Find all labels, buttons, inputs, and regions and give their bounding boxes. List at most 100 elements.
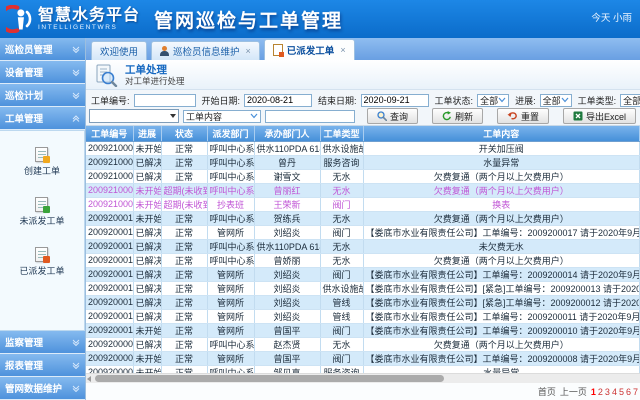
table-row[interactable]: 2009200016已解决正常呼叫中心系统供水110PDA 61870无水未欠费… bbox=[86, 239, 640, 253]
column-header-派发部门[interactable]: 派发部门 bbox=[207, 126, 254, 141]
table-row[interactable]: 2009200006未开始正常呼叫中心系统邹见喜服务咨询水量异常 bbox=[86, 365, 640, 373]
status-select[interactable]: 全部 bbox=[477, 94, 509, 107]
cell-工单类型: 供水设施故障 bbox=[320, 281, 363, 295]
table-row[interactable]: 2009200011已解决正常管网所刘绍炎管线【娄底市水业有限责任公司】工单编号… bbox=[86, 309, 640, 323]
start-date-input[interactable] bbox=[244, 94, 312, 107]
cell-工单编号: 2009200006 bbox=[86, 365, 133, 373]
column-header-状态[interactable]: 状态 bbox=[161, 126, 207, 141]
cell-状态: 正常 bbox=[161, 141, 207, 155]
prev-page-link[interactable]: 上一页 bbox=[560, 385, 587, 398]
search-icon bbox=[377, 111, 387, 121]
table-row[interactable]: 2009210003已解决正常呼叫中心系统谢雪文无水欠费复通（两个月以上欠费用户… bbox=[86, 169, 640, 183]
page-number-6[interactable]: 6 bbox=[626, 387, 631, 397]
tab-已派发工单[interactable]: 已派发工单× bbox=[264, 39, 355, 60]
cell-工单内容: 【娄底市水业有限责任公司】工单编号：2009200011 请于2020年9月20… bbox=[363, 309, 640, 323]
order-no-input[interactable] bbox=[134, 94, 196, 107]
column-header-工单内容[interactable]: 工单内容 bbox=[363, 126, 640, 141]
cell-工单编号: 2009210001 bbox=[86, 197, 133, 211]
page-number-4[interactable]: 4 bbox=[612, 387, 617, 397]
progress-select[interactable]: 全部 bbox=[540, 94, 572, 107]
dispatched-order-icon bbox=[35, 247, 48, 262]
search-button[interactable]: 查询 bbox=[367, 108, 418, 124]
column-header-工单类型[interactable]: 工单类型 bbox=[320, 126, 363, 141]
cell-派发部门: 管网所 bbox=[207, 351, 254, 365]
cell-进展: 未开始 bbox=[133, 197, 161, 211]
cell-承办部门人: 赵杰贤 bbox=[254, 337, 320, 351]
horizontal-scrollbar[interactable] bbox=[86, 373, 640, 383]
page-number-3[interactable]: 3 bbox=[605, 387, 610, 397]
tab-巡检员信息维护[interactable]: 巡检员信息维护× bbox=[151, 41, 260, 60]
column-header-进展[interactable]: 进展 bbox=[133, 126, 161, 141]
logo-icon bbox=[6, 5, 34, 33]
table-row[interactable]: 2009200012已解决正常管网所刘绍炎管线【娄底市水业有限责任公司】[紧急]… bbox=[86, 295, 640, 309]
person-icon bbox=[160, 46, 169, 56]
cell-工单类型: 无水 bbox=[320, 211, 363, 225]
table-row[interactable]: 2009200015已解决正常呼叫中心系统曾娇丽无水欠费复通（两个月以上欠费用户… bbox=[86, 253, 640, 267]
logo-subtitle: INTELLIGENTWRS bbox=[38, 24, 140, 31]
cell-进展: 未开始 bbox=[133, 141, 161, 155]
sidebar-bottom-groups: 监察管理报表管理管网数据维护 bbox=[0, 331, 85, 400]
cell-工单类型: 服务咨询 bbox=[320, 155, 363, 169]
tab-bar: 欢迎使用巡检员信息维护×已派发工单× bbox=[86, 38, 640, 60]
page-number-2[interactable]: 2 bbox=[598, 387, 603, 397]
scrollbar-thumb[interactable] bbox=[95, 375, 444, 382]
sidebar-top-groups: 巡检员管理设备管理巡检计划 bbox=[0, 38, 85, 107]
sidebar-group-巡检计划[interactable]: 巡检计划 bbox=[0, 84, 85, 106]
cell-工单编号: 2009200016 bbox=[86, 239, 133, 253]
tab-欢迎使用[interactable]: 欢迎使用 bbox=[91, 41, 147, 60]
first-page-link[interactable]: 首页 bbox=[538, 385, 556, 398]
sidebar-group-监察管理[interactable]: 监察管理 bbox=[0, 331, 85, 353]
reset-button[interactable]: 重置 bbox=[497, 108, 549, 124]
table-row[interactable]: 2009200010未开始正常管网所曾国平阀门【娄底市水业有限责任公司】工单编号… bbox=[86, 323, 640, 337]
sidebar-item-未派发工单[interactable]: 未派发工单 bbox=[19, 197, 64, 227]
cell-派发部门: 管网所 bbox=[207, 309, 254, 323]
sidebar-group-巡检员管理[interactable]: 巡检员管理 bbox=[0, 38, 85, 60]
keyword-input[interactable] bbox=[265, 110, 355, 123]
table-row[interactable]: 2009210002未开始超期(未收到)呼叫中心系统曾丽红无水欠费复通（两个月以… bbox=[86, 183, 640, 197]
table-row[interactable]: 2009200018未开始正常呼叫中心系统贺练兵无水欠费复通（两个月以上欠费用户… bbox=[86, 211, 640, 225]
cell-工单内容: 【娄底市水业有限责任公司】工单编号：2009200014 请于2020年9月20… bbox=[363, 267, 640, 281]
tab-close-icon[interactable]: × bbox=[246, 46, 251, 56]
export-excel-button[interactable]: 导出Excel bbox=[563, 108, 636, 124]
cell-派发部门: 呼叫中心系统 bbox=[207, 253, 254, 267]
table-row[interactable]: 2009200008未开始正常管网所曾国平阀门【娄底市水业有限责任公司】工单编号… bbox=[86, 351, 640, 365]
type-select[interactable]: 全部 bbox=[620, 94, 640, 107]
cell-承办部门人: 刘绍炎 bbox=[254, 267, 320, 281]
keyword-field-select[interactable] bbox=[89, 109, 179, 123]
column-header-工单编号[interactable]: 工单编号 bbox=[86, 126, 133, 141]
sidebar-group-报表管理[interactable]: 报表管理 bbox=[0, 354, 85, 376]
cell-工单内容: 【娄底市水业有限责任公司】工单编号：2009200008 请于2020年9月20… bbox=[363, 351, 640, 365]
table-row[interactable]: 2009200017已解决正常管网所刘绍炎阀门【娄底市水业有限责任公司】工单编号… bbox=[86, 225, 640, 239]
page-number-7[interactable]: 7 bbox=[633, 387, 638, 397]
table-row[interactable]: 2009210004已解决正常呼叫中心系统曾丹服务咨询水量异常 bbox=[86, 155, 640, 169]
sidebar-group-管网数据维护[interactable]: 管网数据维护 bbox=[0, 377, 85, 399]
table-row[interactable]: 2009200013已解决正常管网所刘绍炎供水设施故障【娄底市水业有限责任公司】… bbox=[86, 281, 640, 295]
table-row[interactable]: 2009210001未开始超期(未收到)抄表班王荣新阀门换表 bbox=[86, 197, 640, 211]
cell-状态: 正常 bbox=[161, 295, 207, 309]
page-number-1[interactable]: 1 bbox=[591, 387, 596, 397]
content-field-select[interactable]: 工单内容 bbox=[183, 110, 261, 123]
tab-close-icon[interactable]: × bbox=[340, 45, 345, 55]
chevron-down-icon bbox=[72, 338, 80, 346]
cell-工单类型: 无水 bbox=[320, 337, 363, 351]
page-number-5[interactable]: 5 bbox=[619, 387, 624, 397]
sidebar-item-创建工单[interactable]: 创建工单 bbox=[24, 147, 60, 177]
chevron-down-icon bbox=[250, 113, 258, 119]
sidebar-group-workorder[interactable]: 工单管理 bbox=[0, 107, 85, 129]
cell-工单编号: 2009200014 bbox=[86, 267, 133, 281]
sidebar-group-设备管理[interactable]: 设备管理 bbox=[0, 61, 85, 83]
cell-工单编号: 2009200010 bbox=[86, 323, 133, 337]
end-date-input[interactable] bbox=[361, 94, 429, 107]
table-row[interactable]: 2009200014已解决正常管网所刘绍炎阀门【娄底市水业有限责任公司】工单编号… bbox=[86, 267, 640, 281]
reset-arrow-icon bbox=[507, 111, 518, 121]
cell-进展: 已解决 bbox=[133, 267, 161, 281]
scroll-left-arrow-icon[interactable] bbox=[87, 376, 91, 382]
column-header-承办部门人[interactable]: 承办部门人 bbox=[254, 126, 320, 141]
table-row[interactable]: 2009210005未开始正常呼叫中心系统供水110PDA 61870供水设施故… bbox=[86, 141, 640, 155]
cell-派发部门: 抄表班 bbox=[207, 197, 254, 211]
cell-状态: 正常 bbox=[161, 337, 207, 351]
sidebar-item-已派发工单[interactable]: 已派发工单 bbox=[19, 247, 64, 277]
refresh-button[interactable]: 刷新 bbox=[432, 108, 483, 124]
cell-工单编号: 2009200013 bbox=[86, 281, 133, 295]
table-row[interactable]: 2009200009已解决正常呼叫中心系统赵杰贤无水欠费复通（两个月以上欠费用户… bbox=[86, 337, 640, 351]
